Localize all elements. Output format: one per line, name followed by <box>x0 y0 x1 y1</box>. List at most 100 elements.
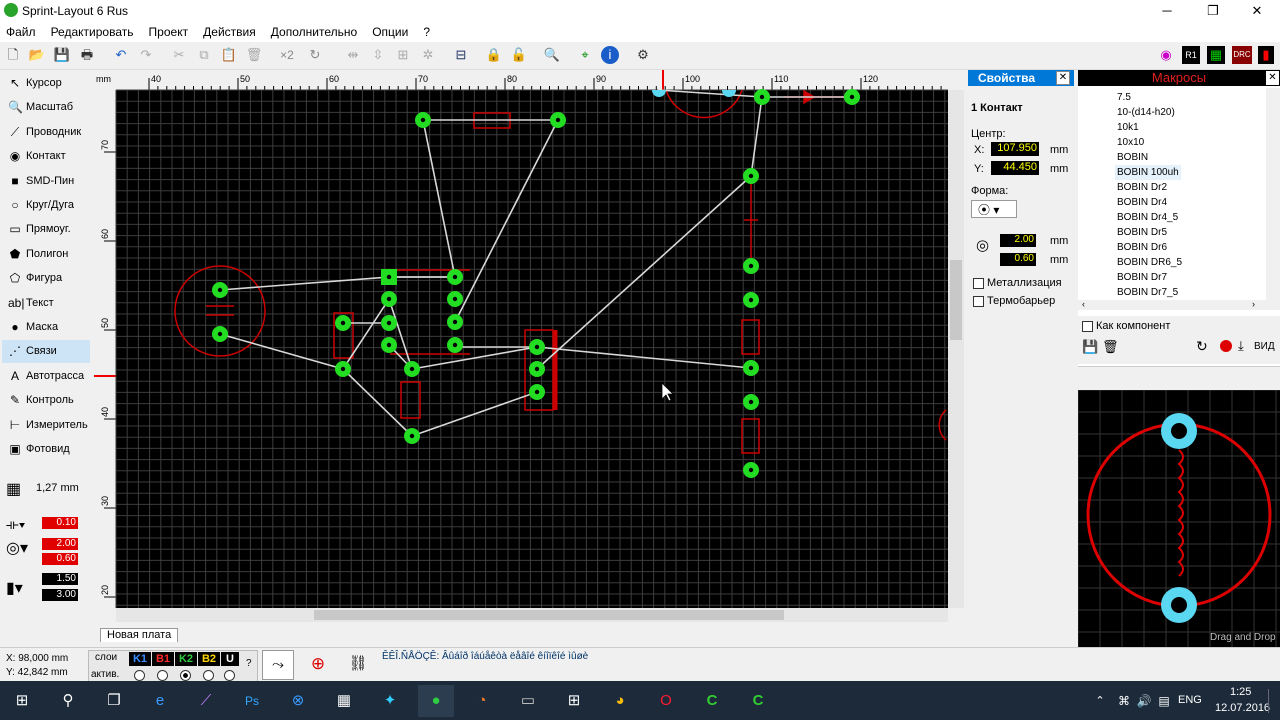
sprint-layout-taskbar-icon[interactable]: ● <box>418 685 454 717</box>
layer-color-icon[interactable]: ◉ <box>1157 46 1175 64</box>
bird-app-icon[interactable]: ✦ <box>372 685 408 717</box>
minimize-button[interactable]: ─ <box>1144 0 1190 22</box>
macro-save-icon[interactable]: 💾 <box>1082 339 1098 355</box>
menu-actions[interactable]: Действия <box>197 22 262 42</box>
tool-cursor[interactable]: ↖ Курсор <box>2 72 90 95</box>
pad[interactable] <box>212 282 228 298</box>
tool-measure[interactable]: ⊢ Измеритель <box>2 414 90 437</box>
layer-k2-radio[interactable] <box>180 670 191 681</box>
save-icon[interactable]: 💾 <box>53 46 71 64</box>
pad[interactable] <box>404 361 420 377</box>
macro-record-icon[interactable] <box>1220 340 1232 352</box>
macro-list-item[interactable]: 10k1 <box>1115 120 1141 135</box>
smd-height-value[interactable]: 3.00 <box>42 589 78 601</box>
tool-pad[interactable]: ◉ Контакт <box>2 145 90 168</box>
pad[interactable] <box>381 315 397 331</box>
macro-list-item[interactable]: BOBIN Dr7_5 <box>1115 285 1180 300</box>
macro-list-scrollbar[interactable] <box>1266 88 1280 300</box>
pad[interactable] <box>529 339 545 355</box>
pad-inner-field[interactable]: 0.60 <box>1000 253 1036 266</box>
blender-icon[interactable]: ◔ <box>464 685 500 717</box>
tool-photo[interactable]: ▣ Фотовид <box>2 438 90 461</box>
edge-browser-icon[interactable]: e <box>142 685 178 717</box>
tool-polygon[interactable]: ⬟ Полигон <box>2 243 90 266</box>
layer-b1-radio[interactable] <box>157 670 168 681</box>
tool-autoroute[interactable]: A Автотрасса <box>2 365 90 388</box>
pad[interactable] <box>447 269 463 285</box>
align-icon[interactable]: ⊞ <box>394 46 412 64</box>
macro-list-item[interactable]: 10-(d14-h20) <box>1115 105 1177 120</box>
mirror-h-icon[interactable]: ⇹ <box>344 46 362 64</box>
pad[interactable] <box>754 89 770 105</box>
track-width-icon[interactable]: ⟛▾ <box>6 516 26 533</box>
pad[interactable] <box>550 112 566 128</box>
macro-list-item[interactable]: 10x10 <box>1115 135 1146 150</box>
cut-icon[interactable]: ✂ <box>170 46 188 64</box>
pcb-canvas[interactable]: mm 40 50 60 70 80 90 100 110 120 70 60 50 40 30 20 <box>94 70 964 642</box>
macro-list-item[interactable]: BOBIN Dr2 <box>1115 180 1169 195</box>
tool-text[interactable]: ab| Текст <box>2 292 90 315</box>
macro-delete-icon[interactable]: 🗑 <box>1102 339 1119 355</box>
settings-gear-icon[interactable]: ⚙ <box>634 46 652 64</box>
layer-k1-radio[interactable] <box>134 670 145 681</box>
macro-preview[interactable]: Drag and Drop <box>1077 389 1280 650</box>
rotate-icon[interactable]: ↻ <box>306 46 324 64</box>
layer-k2-button[interactable]: K2 <box>175 652 197 666</box>
menu-project[interactable]: Проект <box>143 22 195 42</box>
crosshair-mode-icon[interactable]: ⊕ <box>302 650 334 680</box>
layer-u-button[interactable]: U <box>221 652 239 666</box>
pad[interactable] <box>743 292 759 308</box>
macro-rotate-icon[interactable]: ↻ <box>1196 338 1208 355</box>
layer-b2-radio[interactable] <box>203 670 214 681</box>
show-desktop[interactable] <box>1268 689 1269 713</box>
macro-list-item[interactable]: BOBIN Dr4_5 <box>1115 210 1180 225</box>
vertical-scroll-thumb[interactable] <box>950 260 962 340</box>
zoom-fit-icon[interactable]: 🔍 <box>543 46 561 64</box>
undo-icon[interactable]: ↶ <box>112 46 130 64</box>
r1-icon[interactable]: R1 <box>1182 46 1200 64</box>
vertical-scrollbar[interactable] <box>948 90 964 608</box>
unlock-icon[interactable]: 🔓 <box>510 46 528 64</box>
route-mode-icon[interactable]: ⤳ <box>262 650 294 680</box>
mirror-v-icon[interactable]: ⇳ <box>369 46 387 64</box>
task-view-icon[interactable]: ❐ <box>96 685 132 717</box>
app-icon[interactable]: ⟋ <box>188 685 224 717</box>
pad[interactable] <box>529 384 545 400</box>
delete-icon[interactable]: 🗑 <box>245 46 263 64</box>
pad[interactable] <box>335 361 351 377</box>
pad-inner-value[interactable]: 0.60 <box>42 553 78 565</box>
tray-message-icon[interactable]: ▤ <box>1146 685 1182 717</box>
tool-check[interactable]: ✎ Контроль <box>2 389 90 412</box>
tool-smd[interactable]: ■ SMD-Пин <box>2 170 90 193</box>
redo-icon[interactable]: ↷ <box>137 46 155 64</box>
group-icon[interactable]: ⊟ <box>452 46 470 64</box>
pad-outer-value[interactable]: 2.00 <box>42 538 78 550</box>
pad[interactable] <box>743 168 759 184</box>
copy-icon[interactable]: ⧉ <box>195 46 213 64</box>
lock-icon[interactable]: 🔒 <box>485 46 503 64</box>
camtasia-recorder-icon[interactable]: C <box>740 685 776 717</box>
properties-close-icon[interactable]: ✕ <box>1056 71 1070 85</box>
grid-icon[interactable]: ▦ <box>6 479 26 498</box>
menu-edit[interactable]: Редактировать <box>45 22 140 42</box>
pad[interactable] <box>212 326 228 342</box>
menu-options[interactable]: Опции <box>366 22 414 42</box>
pad[interactable] <box>381 291 397 307</box>
macro-list-item[interactable]: BOBIN DR6_5 <box>1115 255 1184 270</box>
clock-time[interactable]: 1:25 <box>1230 686 1251 698</box>
record-icon[interactable]: ▮ <box>1258 46 1274 64</box>
macro-list[interactable]: 7.5 10-(d14-h20) 10k1 10x10 BOBIN BOBIN 100uh… <box>1078 88 1266 300</box>
network-app-icon[interactable]: ⊗ <box>280 685 316 717</box>
link-mode-icon[interactable]: ⛓ <box>342 650 374 680</box>
search-icon[interactable]: ⚲ <box>50 685 86 717</box>
smd-size-icon[interactable]: ▮▾ <box>6 578 23 598</box>
tool-rect[interactable]: ▭ Прямоуг. <box>2 218 90 241</box>
snap-icon[interactable]: ✲ <box>419 46 437 64</box>
pad[interactable] <box>447 337 463 353</box>
scanner-icon[interactable]: ▦ <box>1207 46 1225 64</box>
x-value-field[interactable]: 107.950 <box>991 142 1039 156</box>
y-value-field[interactable]: 44.450 <box>991 161 1039 175</box>
tool-zoom[interactable]: 🔍 Масштаб <box>2 96 90 119</box>
shape-select[interactable]: ⦿ ▾ <box>971 200 1017 218</box>
crosshair-icon[interactable]: ⌖ <box>576 46 594 64</box>
